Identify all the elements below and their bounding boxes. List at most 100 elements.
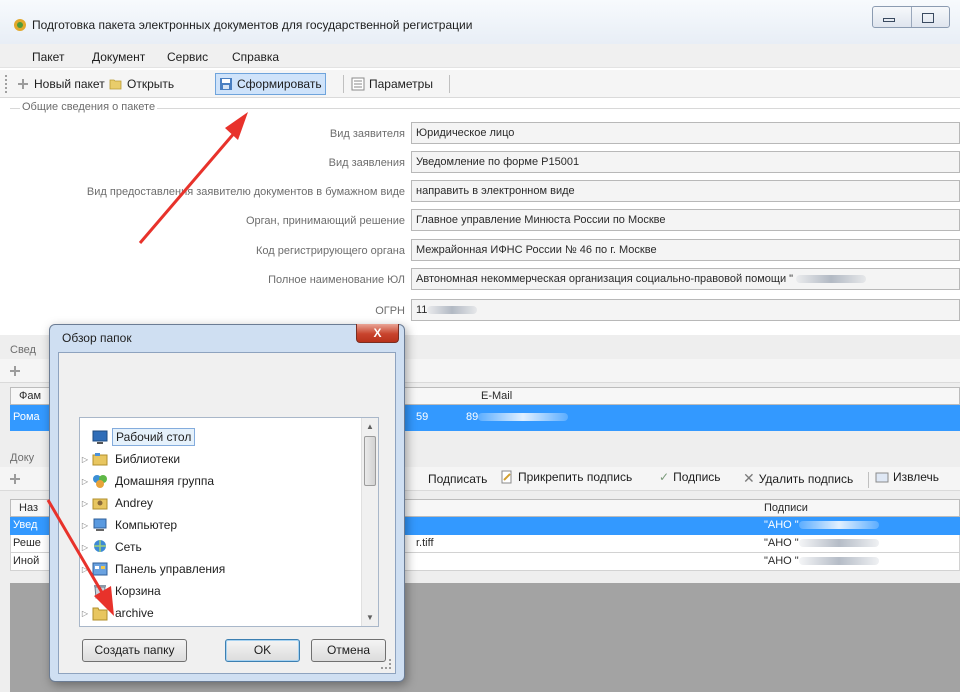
menu-document[interactable]: Документ [92,50,145,64]
arrow-to-form-button [138,112,248,244]
sign-button[interactable]: Подписать [428,472,487,486]
phone-cell: 59 [416,411,429,423]
applicant-type-field[interactable]: Юридическое лицо [411,122,960,144]
dialog-close-button[interactable]: X [356,324,399,343]
control-panel-icon [92,562,108,576]
open-folder-icon [109,79,122,90]
tree-item-user[interactable]: ▷ Andrey [80,492,156,514]
redacted-text [796,275,867,284]
signature-button[interactable]: ✓ Подпись [659,470,721,484]
recycle-bin-icon [94,585,106,599]
ogrn-value: 11 [416,304,428,316]
tree-item-label: Компьютер [115,518,178,532]
tree-expander[interactable]: ▷ [80,477,90,486]
menu-package[interactable]: Пакет [32,50,64,64]
tree-item-computer[interactable]: ▷ Компьютер [80,514,180,536]
new-folder-button[interactable]: Создать папку [82,639,187,662]
tree-expander[interactable]: ▷ [80,455,90,464]
column-header-name[interactable]: Наз [19,502,38,514]
folder-icon [92,607,108,621]
params-label: Параметры [369,77,433,91]
toolbar-separator [343,75,344,93]
tree-scrollbar[interactable]: ▲ ▼ [361,418,378,626]
column-header-email[interactable]: E-Mail [481,390,512,402]
params-button[interactable]: Параметры [348,73,436,95]
column-header-signs[interactable]: Подписи [764,502,808,514]
org-full-name-field[interactable]: Автономная некоммерческая организация со… [411,268,960,290]
registration-code-field[interactable]: Межрайонная ИФНС России № 46 по г. Москв… [411,239,960,261]
open-label: Открыть [127,77,175,91]
delete-sign-label: Удалить подпись [758,471,854,486]
doc-sign-value: "АНО " [764,519,799,531]
column-header-surname[interactable]: Фам [19,390,41,402]
decision-authority-field[interactable]: Главное управление Минюста России по Мос… [411,209,960,231]
scroll-up-icon[interactable]: ▲ [362,418,378,435]
extract-button[interactable]: Извлечь [875,470,939,484]
resize-grip[interactable] [381,659,391,669]
scroll-down-icon[interactable]: ▼ [362,609,378,626]
tree-item-libraries[interactable]: ▷ Библиотеки [80,448,183,470]
check-icon: ✓ [659,470,670,484]
open-button[interactable]: Открыть [106,73,177,95]
tree-item-archive[interactable]: ▷ archive [80,602,157,624]
toolbar-separator [449,75,450,93]
ok-button[interactable]: OK [225,639,300,662]
dialog-body: Рабочий стол ▷ Библиотеки ▷ Домашняя гру… [58,352,396,674]
tree-item-label: Корзина [115,584,161,598]
user-folder-icon [92,498,108,510]
window-title: Подготовка пакета электронных документов… [32,18,473,32]
general-group-title: Общие сведения о пакете [20,101,158,113]
cancel-button[interactable]: Отмена [311,639,386,662]
redacted-text [427,306,478,315]
tree-item-recycle-bin[interactable]: Корзина [80,580,164,602]
attach-sign-button[interactable]: Прикрепить подпись [500,470,632,484]
field-label: Код регистрирующего органа [256,245,405,257]
delete-sign-button[interactable]: ✕ Удалить подпись [743,470,853,487]
settings-list-icon [351,77,365,91]
signature-label: Подпись [673,470,721,484]
doc-sign-value: "АНО " [764,537,799,549]
redacted-text [798,557,879,566]
ogrn-field[interactable]: 11 [411,299,960,321]
toolbar-separator [868,472,869,488]
tree-item-label: archive [115,606,154,620]
tree-item-network[interactable]: ▷ Сеть [80,536,145,558]
tree-item-label: Сеть [115,540,142,554]
scroll-thumb[interactable] [364,436,376,486]
form-label: Сформировать [237,77,322,91]
form-button[interactable]: Сформировать [215,73,326,95]
extract-icon [875,472,889,483]
doc-name-cell: Увед [13,519,38,531]
doc-sign-cell: "АНО " [764,537,879,549]
main-toolbar: Новый пакет Открыть Сформировать Парамет… [0,70,960,98]
tree-item-desktop[interactable]: Рабочий стол [80,426,196,448]
minimize-button[interactable] [873,7,912,27]
folder-tree[interactable]: Рабочий стол ▷ Библиотеки ▷ Домашняя гру… [79,417,379,627]
tree-expander[interactable]: ▷ [80,521,90,530]
add-icon[interactable] [8,364,22,378]
tree-item-homegroup[interactable]: ▷ Домашняя группа [80,470,217,492]
tree-expander[interactable]: ▷ [80,609,90,618]
tree-expander[interactable]: ▷ [80,565,90,574]
delivery-method-field[interactable]: направить в электронном виде [411,180,960,202]
menu-help[interactable]: Справка [232,50,279,64]
applicants-section-label: Свед [10,344,36,356]
doc-name-cell: Реше [13,537,41,549]
tree-item-label: Панель управления [115,562,226,576]
add-icon[interactable] [8,472,22,486]
redacted-text [798,521,879,530]
toolbar-grip[interactable] [5,75,8,93]
email-value: 89 [466,411,479,423]
field-label: ОГРН [375,305,405,317]
field-label: Вид заявителя [329,128,405,140]
new-package-button[interactable]: Новый пакет [13,73,108,95]
application-type-field[interactable]: Уведомление по форме Р15001 [411,151,960,173]
maximize-button[interactable] [912,7,950,27]
tree-item-label: Рабочий стол [112,428,196,446]
minimize-icon [883,18,895,22]
menu-service[interactable]: Сервис [167,50,208,64]
tree-item-control-panel[interactable]: ▷ Панель управления [80,558,228,580]
tree-expander[interactable]: ▷ [80,499,90,508]
tree-expander[interactable]: ▷ [80,543,90,552]
add-icon [18,79,28,89]
